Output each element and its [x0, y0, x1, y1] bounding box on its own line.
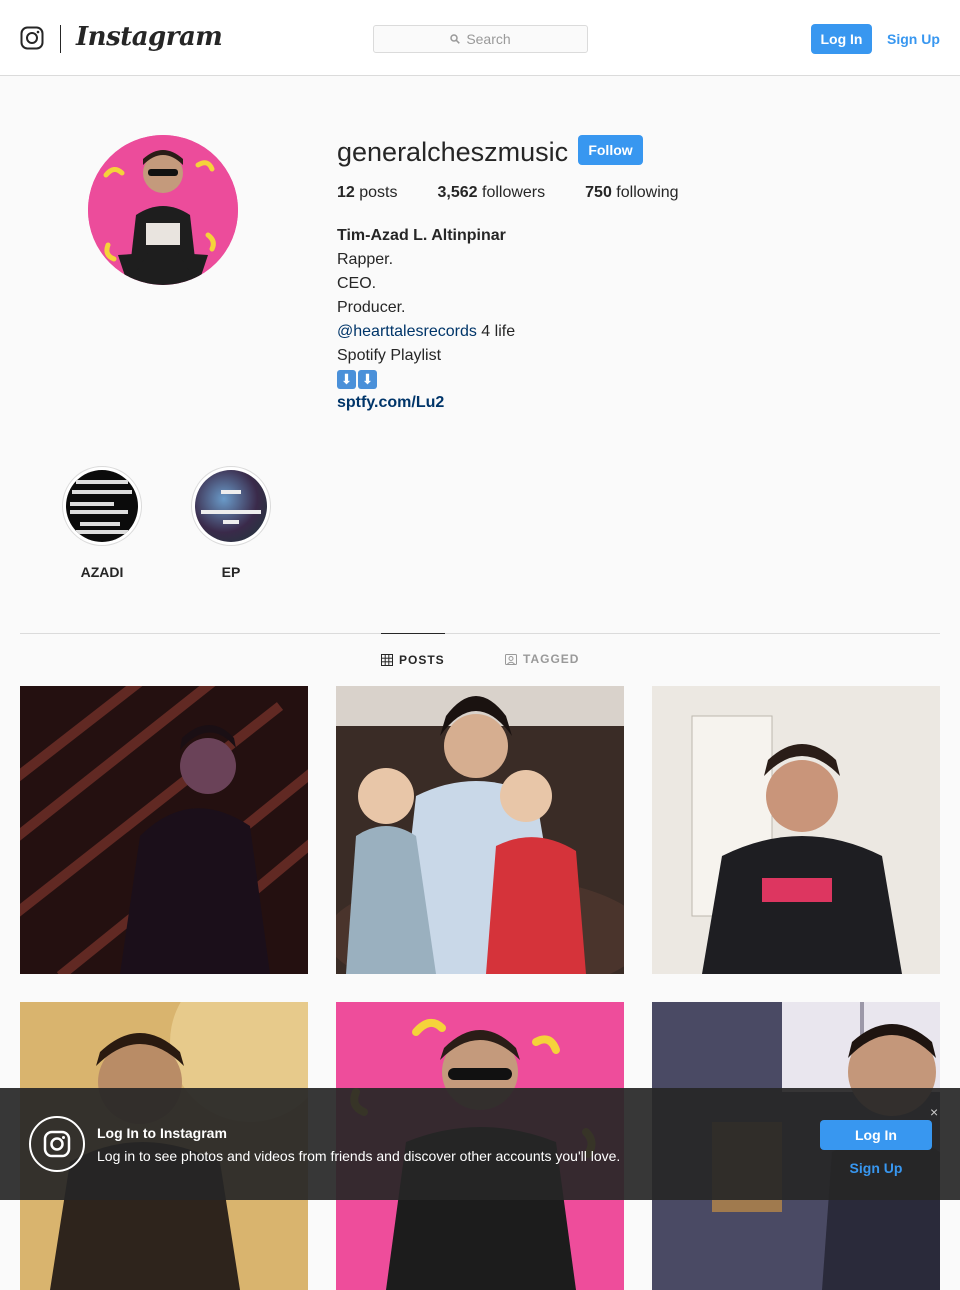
logo-divider [60, 25, 61, 53]
post-image [652, 686, 940, 974]
bio-mention-suffix: 4 life [476, 323, 516, 340]
tab-label: TAGGED [523, 652, 580, 666]
profile-avatar[interactable] [88, 135, 238, 285]
tab-posts[interactable]: POSTS [381, 633, 445, 686]
following-count: 750 [585, 184, 612, 201]
close-icon[interactable]: × [930, 1104, 938, 1120]
highlight-cover-text-art [70, 480, 132, 534]
posts-stat: 12 posts [337, 184, 398, 202]
tab-label: POSTS [399, 653, 445, 667]
highlight-ep[interactable]: EP [189, 466, 273, 580]
post-image [20, 686, 308, 974]
login-button[interactable]: Log In [811, 24, 872, 54]
followers-stat[interactable]: 3,562 followers [438, 184, 546, 202]
bio-line: Rapper. [337, 251, 394, 268]
top-nav: Instagram Search Log In Sign Up [0, 0, 960, 76]
search-placeholder: Search [466, 31, 511, 47]
tab-tagged[interactable]: TAGGED [505, 633, 579, 685]
posts-label: posts [359, 184, 398, 201]
avatar-image [88, 135, 238, 285]
post-thumbnail[interactable] [20, 686, 308, 974]
bio-full-name: Tim-Azad L. Altinpinar [337, 227, 506, 244]
highlight-label: EP [221, 564, 241, 580]
bio-emoji-row: ⬇ ⬇ [337, 370, 515, 389]
highlight-ring [62, 466, 142, 546]
bio-line: CEO. [337, 275, 377, 292]
highlight-label: AZADI [80, 564, 124, 580]
following-stat[interactable]: 750 following [585, 184, 678, 202]
followers-count: 3,562 [437, 184, 478, 201]
banner-login-button[interactable]: Log In [820, 1120, 932, 1150]
banner-signup-link[interactable]: Sign Up [820, 1160, 932, 1176]
bio-mention-line: @hearttalesrecords 4 life [337, 320, 515, 344]
banner-subtitle: Log in to see photos and videos from fri… [97, 1148, 621, 1164]
highlight-cover-text-art [201, 490, 261, 524]
down-arrow-emoji-icon: ⬇ [337, 370, 356, 389]
post-thumbnail[interactable] [652, 686, 940, 974]
instagram-logo-icon[interactable] [20, 26, 44, 50]
follow-button[interactable]: Follow [578, 135, 643, 165]
highlight-azadi[interactable]: AZADI [60, 466, 144, 580]
post-image [336, 686, 624, 974]
profile-username: generalcheszmusic [337, 137, 569, 167]
instagram-logo-icon [29, 1116, 85, 1172]
tagged-icon [505, 654, 517, 665]
profile-bio: Tim-Azad L. Altinpinar Rapper. CEO. Prod… [337, 224, 515, 415]
instagram-wordmark[interactable]: Instagram [76, 22, 223, 52]
search-input[interactable]: Search [373, 25, 588, 53]
bio-mention-link[interactable]: @hearttalesrecords [337, 323, 477, 340]
bio-line: Spotify Playlist [337, 347, 442, 364]
login-banner: Log In to Instagram Log in to see photos… [0, 1088, 960, 1200]
bio-website-link[interactable]: sptfy.com/Lu2 [337, 391, 515, 415]
signup-link[interactable]: Sign Up [887, 24, 940, 54]
profile-stats: 12 posts 3,562 followers 750 following [337, 184, 719, 202]
down-arrow-emoji-icon: ⬇ [358, 370, 377, 389]
highlight-ring [191, 466, 271, 546]
following-label: following [616, 184, 679, 201]
tabs-divider [20, 633, 940, 634]
banner-title: Log In to Instagram [97, 1125, 227, 1141]
highlight-cover [195, 470, 267, 542]
bio-line: Producer. [337, 299, 406, 316]
post-thumbnail[interactable] [336, 686, 624, 974]
highlight-cover [66, 470, 138, 542]
grid-icon [381, 654, 393, 666]
posts-count: 12 [337, 184, 355, 201]
search-icon [450, 34, 461, 44]
followers-label: followers [482, 184, 546, 201]
